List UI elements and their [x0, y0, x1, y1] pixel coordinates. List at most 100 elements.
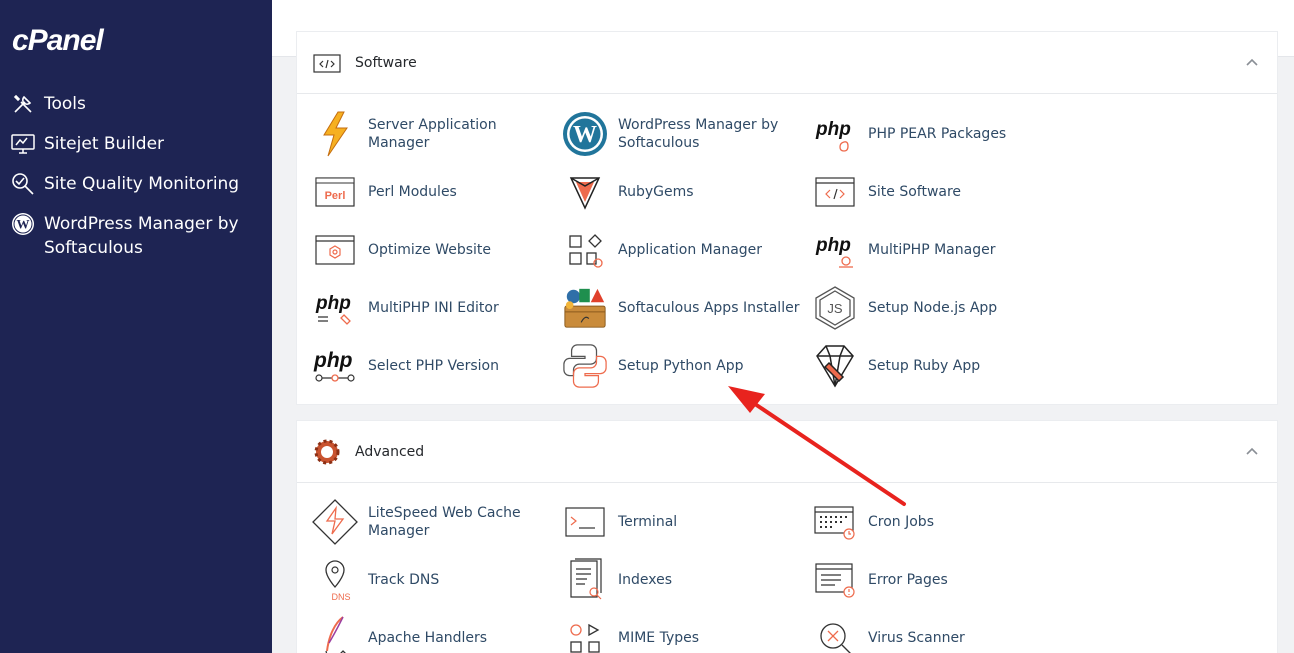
mime-icon [562, 615, 608, 653]
item-label: Cron Jobs [868, 514, 934, 530]
sitejet-icon [10, 132, 36, 156]
svg-text:php: php [313, 349, 353, 372]
item-label: Perl Modules [368, 184, 457, 200]
item-label: Error Pages [868, 572, 948, 588]
sidebar: cPanel Tools Sitejet Builder Site Qualit… [0, 0, 272, 653]
setup-nodejs-app[interactable]: JS Setup Node.js App [812, 285, 1058, 331]
svg-text:Perl: Perl [325, 190, 346, 202]
application-manager[interactable]: Application Manager [562, 227, 808, 273]
track-dns-icon: DNS [312, 557, 358, 603]
cron-icon [812, 499, 858, 545]
code-icon [313, 49, 341, 77]
php-pear-packages[interactable]: php PHP PEAR Packages [812, 111, 1058, 157]
software-panel-header[interactable]: Software [297, 32, 1277, 94]
code-icon [812, 169, 858, 215]
site-software[interactable]: Site Software [812, 169, 1058, 215]
multiphp-manager[interactable]: php MultiPHP Manager [812, 227, 1058, 273]
apache-icon [312, 615, 358, 653]
item-label: Setup Python App [618, 358, 744, 374]
item-label: Softaculous Apps Installer [618, 300, 800, 316]
softaculous-icon [562, 285, 608, 331]
terminal-icon [562, 499, 608, 545]
lightning-icon [312, 111, 358, 157]
setup-ruby-app[interactable]: Setup Ruby App [812, 343, 1058, 389]
item-label: WordPress Manager by Softaculous [618, 117, 779, 151]
perl-modules[interactable]: Perl Perl Modules [312, 169, 558, 215]
php-pear-icon: php [812, 111, 858, 157]
apache-handlers[interactable]: Apache Handlers [312, 615, 558, 653]
svg-text:W: W [573, 122, 597, 148]
advanced-panel-title: Advanced [355, 443, 425, 460]
site-quality-icon [10, 172, 36, 196]
item-label: MultiPHP INI Editor [368, 300, 499, 316]
sidebar-item-wordpress[interactable]: W WordPress Manager by Softaculous [10, 212, 244, 260]
chevron-up-icon[interactable] [1243, 443, 1261, 461]
svg-text:php: php [815, 235, 851, 256]
svg-text:php: php [315, 293, 351, 314]
sidebar-item-tools[interactable]: Tools [10, 92, 244, 116]
error-pages-icon [812, 557, 858, 603]
php-version-icon: php [312, 343, 358, 389]
optimize-website[interactable]: Optimize Website [312, 227, 558, 273]
softaculous-apps-installer[interactable]: Softaculous Apps Installer [562, 285, 808, 331]
python-icon [562, 343, 608, 389]
indexes[interactable]: Indexes [562, 557, 808, 603]
item-label: RubyGems [618, 184, 694, 200]
nodejs-icon: JS [812, 285, 858, 331]
multiphp-ini-editor[interactable]: php MultiPHP INI Editor [312, 285, 558, 331]
item-label: Apache Handlers [368, 630, 488, 646]
software-panel-title: Software [355, 54, 417, 71]
litespeed-icon [312, 499, 358, 545]
optimize-icon [312, 227, 358, 273]
gear-icon [313, 438, 341, 466]
server-application-manager[interactable]: Server Application Manager [312, 111, 558, 157]
item-label: Server Application Manager [368, 117, 497, 151]
item-label: Select PHP Version [368, 358, 499, 374]
terminal[interactable]: Terminal [562, 499, 808, 545]
cron-jobs[interactable]: Cron Jobs [812, 499, 1058, 545]
sidebar-item-sitejet[interactable]: Sitejet Builder [10, 132, 244, 156]
advanced-panel-header[interactable]: Advanced [297, 421, 1277, 483]
chevron-up-icon[interactable] [1243, 54, 1261, 72]
multiphp-icon: php [812, 227, 858, 273]
item-label: MIME Types [618, 630, 700, 646]
item-label: Application Manager [618, 242, 763, 258]
error-pages[interactable]: Error Pages [812, 557, 1058, 603]
item-label: Indexes [618, 572, 673, 588]
item-label: Track DNS [368, 572, 440, 588]
wordpress-icon: W [562, 111, 608, 157]
svg-text:W: W [17, 217, 30, 232]
item-label: Virus Scanner [868, 630, 965, 646]
item-label: Setup Ruby App [868, 358, 981, 374]
virus-scanner[interactable]: Virus Scanner [812, 615, 1058, 653]
track-dns[interactable]: DNS Track DNS [312, 557, 558, 603]
php-ini-icon: php [312, 285, 358, 331]
wordpress-manager[interactable]: W WordPress Manager by Softaculous [562, 111, 808, 157]
svg-text:JS: JS [827, 301, 843, 316]
litespeed-web-cache-manager[interactable]: LiteSpeed Web Cache Manager [312, 499, 558, 545]
sidebar-item-label: Site Quality Monitoring [44, 174, 240, 194]
svg-text:php: php [815, 119, 851, 140]
item-label: Terminal [618, 514, 678, 530]
cpanel-logo[interactable]: cPanel [12, 24, 104, 58]
rubygems-icon [562, 169, 608, 215]
perl-icon: Perl [312, 169, 358, 215]
setup-python-app[interactable]: Setup Python App [562, 343, 808, 389]
tools-icon [10, 92, 36, 116]
rubygems[interactable]: RubyGems [562, 169, 808, 215]
item-label: MultiPHP Manager [868, 242, 996, 258]
sidebar-item-label: Sitejet Builder [44, 134, 165, 154]
item-label: PHP PEAR Packages [868, 126, 1007, 142]
sidebar-item-label: Tools [44, 94, 86, 114]
sidebar-item-label: WordPress Manager by Softaculous [44, 214, 239, 258]
virus-scanner-icon [812, 615, 858, 653]
item-label: Optimize Website [368, 242, 492, 258]
select-php-version[interactable]: php Select PHP Version [312, 343, 558, 389]
wordpress-icon: W [10, 212, 36, 236]
mime-types[interactable]: MIME Types [562, 615, 808, 653]
item-label: Setup Node.js App [868, 300, 998, 316]
indexes-icon [562, 557, 608, 603]
app-manager-icon [562, 227, 608, 273]
item-label: Site Software [868, 184, 962, 200]
sidebar-item-site-quality[interactable]: Site Quality Monitoring [10, 172, 244, 196]
